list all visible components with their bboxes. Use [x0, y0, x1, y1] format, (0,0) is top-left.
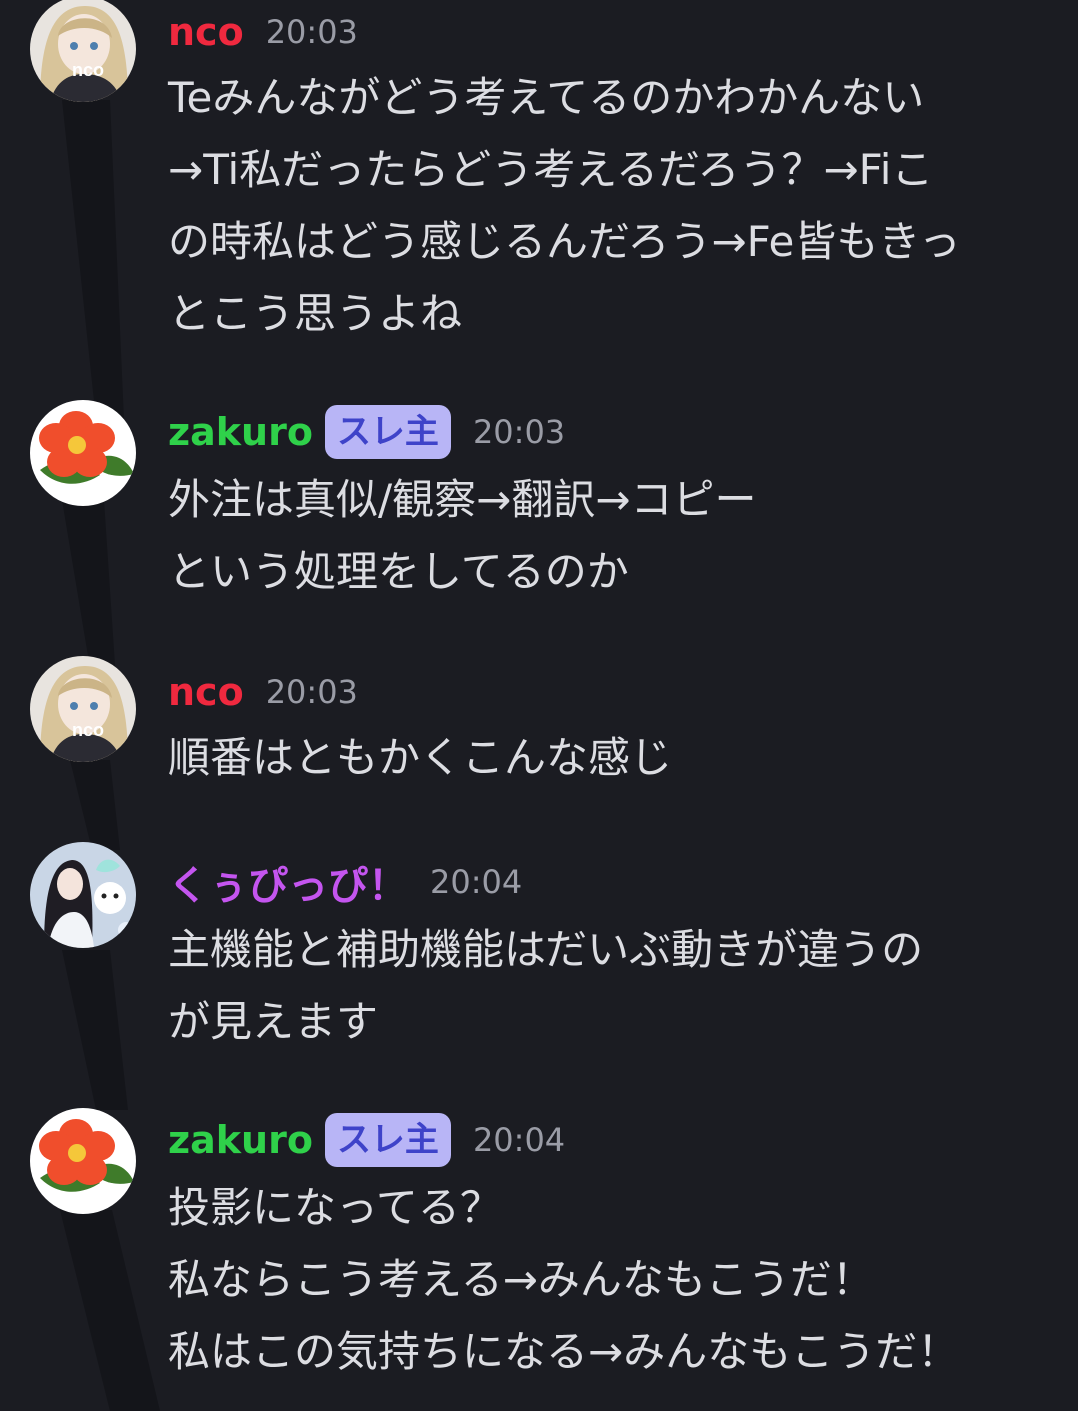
kuppi-avatar-image	[30, 842, 136, 948]
nco-avatar-image: nco	[30, 0, 136, 102]
text-line: 外注は真似/観察→翻訳→コピー	[168, 475, 757, 524]
avatar-label: nco	[72, 60, 104, 80]
message-1: nco nco 20:03 Teみんながどう考えてるのかわかんない →Ti私だっ…	[0, 0, 1078, 360]
message-text: 外注は真似/観察→翻訳→コピー という処理をしてるのか	[168, 464, 1048, 608]
avatar-nco[interactable]: nco	[30, 656, 136, 762]
flower-avatar-image	[30, 400, 136, 506]
message-header: zakuro スレ主 20:04	[168, 1110, 565, 1170]
thread-owner-badge: スレ主	[324, 1113, 451, 1167]
avatar-kuppi[interactable]	[30, 842, 136, 948]
username[interactable]: zakuro	[168, 410, 313, 454]
message-2: zakuro スレ主 20:03 外注は真似/観察→翻訳→コピー という処理をし…	[0, 400, 1078, 620]
timestamp: 20:03	[472, 413, 566, 451]
username[interactable]: くぅぴっぴ！	[168, 853, 408, 911]
message-3: nco nco 20:03 順番はともかくこんな感じ	[0, 656, 1078, 800]
message-text: 投影になってる？ 私ならこう考える→みんなもこうだ！ 私はこの気持ちになる→みん…	[168, 1172, 1048, 1388]
message-text: 順番はともかくこんな感じ	[168, 722, 1048, 794]
text-line: 投影になってる？	[168, 1183, 502, 1232]
avatar-zakuro[interactable]	[30, 1108, 136, 1214]
timestamp: 20:04	[430, 863, 523, 901]
message-text: Teみんながどう考えてるのかわかんない →Ti私だったらどう考えるだろう？→Fi…	[168, 62, 1048, 350]
message-header: zakuro スレ主 20:03	[168, 402, 565, 462]
text-line: 私ならこう考える→みんなもこうだ！	[168, 1255, 874, 1304]
message-header: くぅぴっぴ！ 20:04	[168, 852, 522, 912]
message-4: くぅぴっぴ！ 20:04 主機能と補助機能はだいぶ動きが違うの が見えます	[0, 842, 1078, 1066]
timestamp: 20:04	[472, 1121, 566, 1159]
text-line: Teみんながどう考えてるのかわかんない	[168, 73, 925, 122]
flower-avatar-image	[30, 1108, 136, 1214]
message-text: 主機能と補助機能はだいぶ動きが違うの が見えます	[168, 914, 1048, 1058]
username[interactable]: nco	[168, 670, 244, 714]
message-header: nco 20:03	[168, 2, 358, 62]
username[interactable]: nco	[168, 10, 244, 54]
thread-owner-badge: スレ主	[324, 405, 451, 459]
message-header: nco 20:03	[168, 662, 358, 722]
nco-avatar-image: nco	[30, 656, 136, 762]
timestamp: 20:03	[265, 673, 358, 711]
avatar-nco[interactable]: nco	[30, 0, 136, 102]
text-line: という処理をしてるのか	[168, 547, 629, 596]
text-line: →Ti私だったらどう考えるだろう？→Fiこ	[168, 145, 934, 194]
message-5: zakuro スレ主 20:04 投影になってる？ 私ならこう考える→みんなもこ…	[0, 1108, 1078, 1411]
text-line: が見えます	[168, 997, 379, 1046]
text-line: とこう思うよね	[168, 289, 463, 338]
avatar-zakuro[interactable]	[30, 400, 136, 506]
timestamp: 20:03	[265, 13, 358, 51]
text-line: 主機能と補助機能はだいぶ動きが違うの	[168, 925, 924, 974]
text-line: 私はこの気持ちになる→みんなもこうだ！	[168, 1327, 960, 1376]
text-line: の時私はどう感じるんだろう→Fe皆もきっ	[168, 217, 961, 266]
username[interactable]: zakuro	[168, 1118, 313, 1162]
avatar-label: nco	[72, 720, 104, 740]
text-line: 順番はともかくこんな感じ	[168, 733, 673, 782]
